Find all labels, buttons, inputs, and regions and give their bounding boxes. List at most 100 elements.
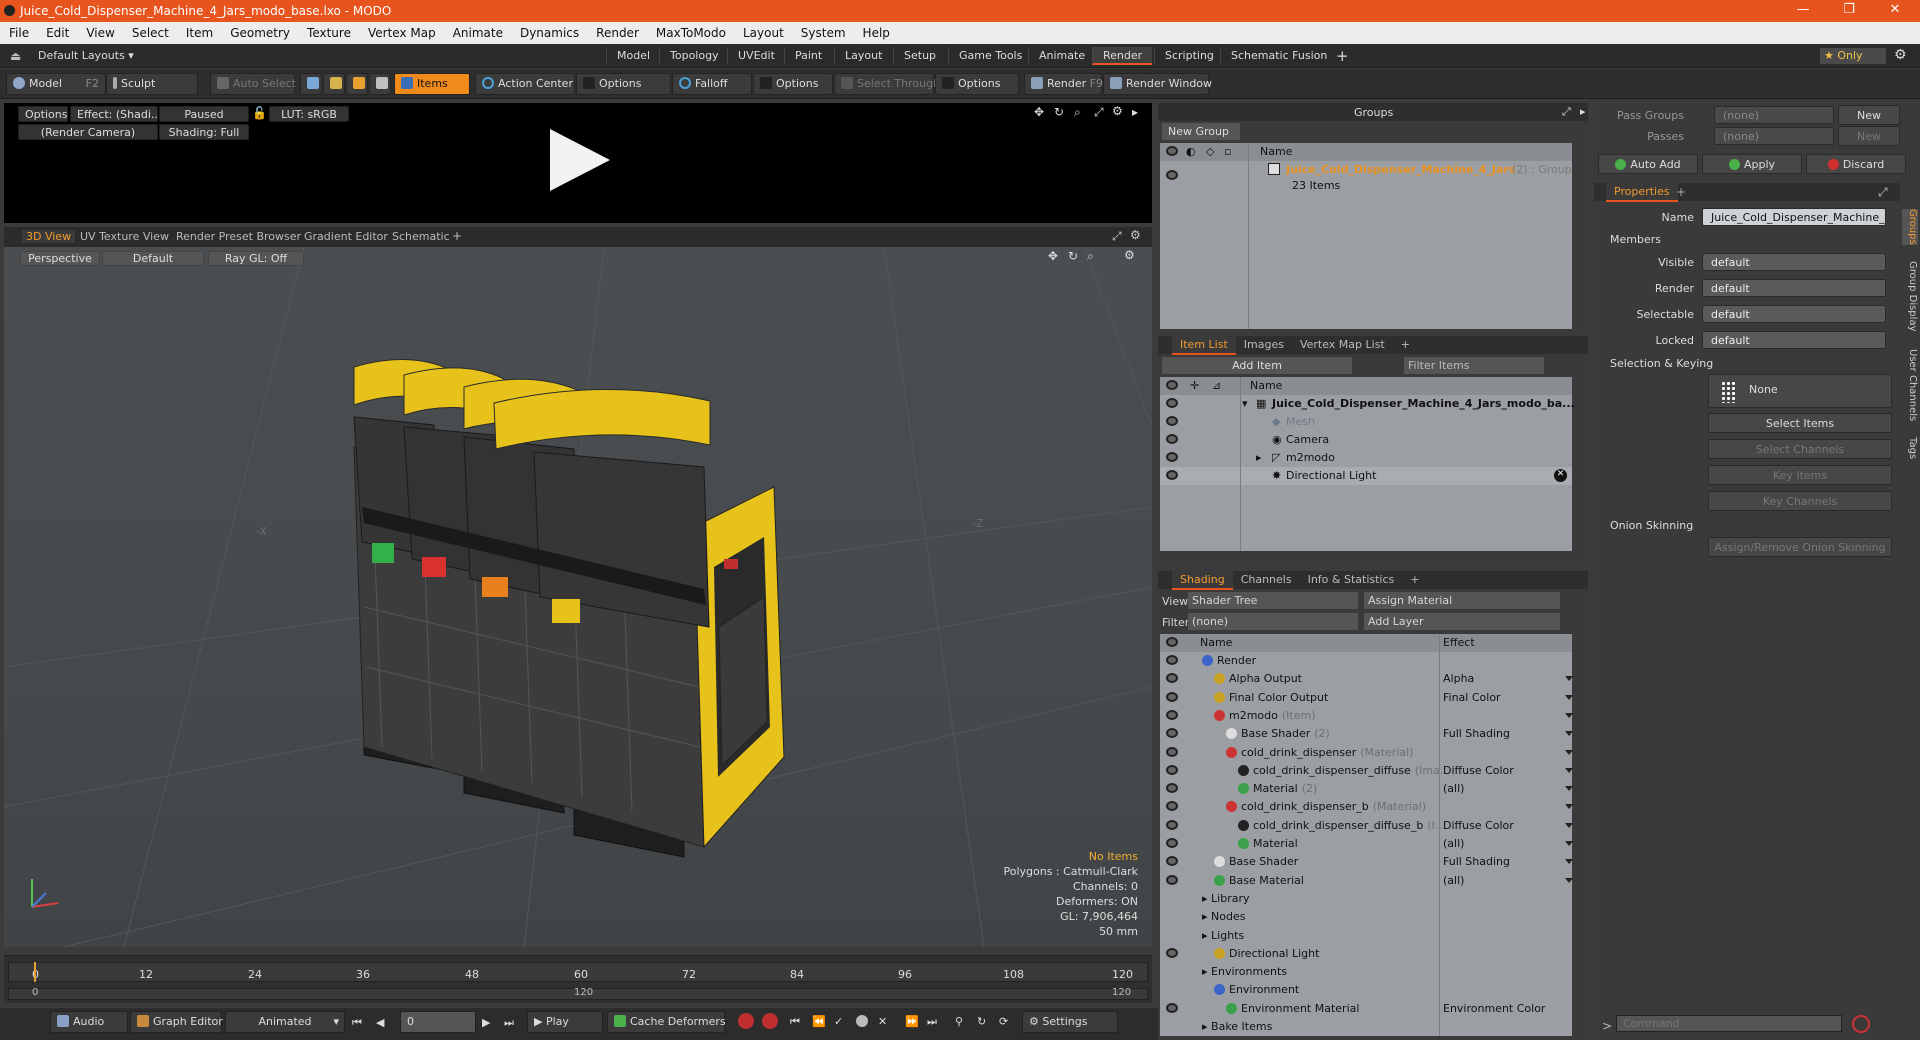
eye-icon[interactable] <box>1166 655 1178 665</box>
eye-icon[interactable] <box>1166 819 1178 830</box>
menu-system[interactable]: System <box>792 22 854 40</box>
key-items-button[interactable]: Key Items <box>1708 465 1892 485</box>
shader-row[interactable]: ▸ Nodes <box>1160 908 1572 926</box>
add-layer-dropdown[interactable]: Add Layer <box>1364 613 1560 630</box>
add-properties-tab[interactable]: + <box>1676 185 1686 199</box>
expand-arrow-icon[interactable]: ▸ <box>1256 451 1262 464</box>
gear-icon[interactable]: ⚙ <box>1894 47 1907 63</box>
shader-row[interactable]: cold_drink_dispenser_diffuse (Ima... Diffu… <box>1160 762 1573 780</box>
playhead[interactable] <box>34 962 36 982</box>
eye-icon[interactable] <box>1166 398 1178 408</box>
tab-uv-texture-view[interactable]: UV Texture View <box>80 230 169 243</box>
command-history-icon[interactable] <box>1852 1015 1870 1033</box>
eye-icon[interactable] <box>1166 783 1178 794</box>
add-item-dropdown[interactable]: Add Item <box>1162 357 1352 374</box>
shader-row-effect[interactable]: (all) <box>1443 837 1464 850</box>
key-forward-icon[interactable]: ⏩ <box>905 1015 919 1028</box>
shader-row-effect[interactable]: Full Shading <box>1443 855 1510 868</box>
select-through-button[interactable]: Select Through <box>834 73 940 95</box>
eye-icon[interactable] <box>1166 434 1178 444</box>
shader-row[interactable]: cold_drink_dispenser_b (Material) <box>1160 798 1573 816</box>
tab-render[interactable]: Render <box>1092 47 1153 65</box>
eye-icon[interactable] <box>1166 709 1178 720</box>
properties-maximize-icon[interactable]: ⤢ <box>1878 185 1888 200</box>
shader-row[interactable]: Environment <box>1160 981 1572 999</box>
eye-icon[interactable] <box>1166 728 1178 739</box>
eye-icon[interactable] <box>1166 838 1178 848</box>
pass-groups-dropdown[interactable]: (none) <box>1714 106 1834 124</box>
action-center-options-button[interactable]: Options <box>576 73 671 95</box>
shader-row[interactable]: Base Material (all) <box>1160 872 1573 890</box>
shader-row[interactable]: ▸ Environments <box>1160 963 1572 981</box>
items-mode-button[interactable]: Items <box>394 73 470 95</box>
play-button[interactable]: ▶ Play <box>527 1011 603 1033</box>
auto-add-button[interactable]: Auto Add <box>1598 154 1698 174</box>
folder-arrow-icon[interactable]: ▸ <box>1202 929 1211 942</box>
key-loop-icon[interactable]: ⟳ <box>999 1015 1008 1028</box>
tab-uvedit[interactable]: UVEdit <box>727 47 785 65</box>
menu-file[interactable]: File <box>0 22 37 40</box>
shader-row[interactable]: ▸ Lights <box>1160 927 1572 945</box>
close-button[interactable]: ✕ <box>1880 2 1910 17</box>
tab-game-tools[interactable]: Game Tools <box>948 47 1032 65</box>
apply-button[interactable]: Apply <box>1702 154 1802 174</box>
side-tab-user-channels[interactable]: User Channels <box>1902 349 1918 421</box>
eye-icon[interactable] <box>1166 1002 1178 1013</box>
tab-render-preset-browser[interactable]: Render Preset Browser <box>176 230 301 243</box>
graph-editor-button[interactable]: Graph Editor <box>130 1011 223 1033</box>
new-pass-button[interactable]: New <box>1838 126 1900 146</box>
effect-dropdown-arrow-icon[interactable] <box>1565 822 1573 828</box>
menu-texture[interactable]: Texture <box>298 22 359 40</box>
shader-row[interactable]: Final Color Output Final Color <box>1160 689 1573 707</box>
shader-row[interactable]: ▸ Library <box>1160 890 1572 908</box>
render-button[interactable]: Render F9 <box>1024 73 1103 95</box>
menu-layout[interactable]: Layout <box>734 22 792 40</box>
locked-dropdown[interactable]: default <box>1702 331 1886 349</box>
groups-maximize-icon[interactable]: ⤢ <box>1562 105 1571 119</box>
tab-3d-view[interactable]: 3D View <box>22 230 76 243</box>
tab-topology[interactable]: Topology <box>659 47 729 65</box>
shader-row-effect[interactable]: Final Color <box>1443 691 1501 704</box>
timeline[interactable]: 0 12 24 36 48 60 72 84 96 108 120 0 120 … <box>4 955 1152 1003</box>
go-to-start-icon[interactable]: ⏮ <box>352 1016 362 1030</box>
menu-select[interactable]: Select <box>123 22 177 40</box>
none-selection-button[interactable]: None <box>1708 374 1892 408</box>
falloff-button[interactable]: Falloff <box>672 73 752 95</box>
name-field[interactable]: Juice_Cold_Dispenser_Machine_4_J <box>1702 208 1886 226</box>
only-toggle[interactable]: ★ Only <box>1820 48 1886 64</box>
render-camera-dropdown[interactable]: (Render Camera) <box>18 124 158 140</box>
shader-row[interactable]: ▸ Bake Items <box>1160 1018 1572 1036</box>
timeline-settings-button[interactable]: ⚙ Settings <box>1022 1011 1118 1033</box>
audio-button[interactable]: Audio <box>50 1011 128 1033</box>
menu-help[interactable]: Help <box>854 22 898 40</box>
tab-item-list[interactable]: Item List <box>1172 336 1236 355</box>
members-section[interactable]: Members <box>1610 233 1661 246</box>
tab-properties[interactable]: Properties <box>1606 183 1678 202</box>
maximize-button[interactable]: ❐ <box>1834 2 1864 17</box>
menu-edit[interactable]: Edit <box>37 22 77 40</box>
item-row-scene[interactable]: ▾ ▦ Juice_Cold_Dispenser_Machine_4_Jars_… <box>1160 395 1575 413</box>
folder-arrow-icon[interactable]: ▸ <box>1202 892 1211 905</box>
key-sync-icon[interactable]: ↻ <box>977 1015 986 1028</box>
tab-shading[interactable]: Shading <box>1172 571 1233 590</box>
tab-schematic-fusion[interactable]: Schematic Fusion <box>1220 47 1337 65</box>
cache-deformers-button[interactable]: Cache Deformers <box>607 1011 726 1033</box>
shader-row[interactable]: Directional Light <box>1160 945 1572 963</box>
item-row-directional-light[interactable]: ✸ Directional Light ✕ <box>1160 467 1572 485</box>
shader-row[interactable]: Base Shader Full Shading <box>1160 853 1573 871</box>
shader-row[interactable]: cold_drink_dispenser_diffuse_b (I... Diffu… <box>1160 817 1573 835</box>
effect-dropdown-arrow-icon[interactable] <box>1565 786 1573 792</box>
eye-icon[interactable] <box>1166 673 1178 684</box>
folder-arrow-icon[interactable]: ▸ <box>1202 910 1211 923</box>
eye-icon[interactable] <box>1166 856 1178 867</box>
side-tab-group-display[interactable]: Group Display <box>1902 261 1918 331</box>
animated-dropdown[interactable]: Animated ▾ <box>225 1011 345 1033</box>
action-center-button[interactable]: Action Center <box>475 73 575 95</box>
tab-channels[interactable]: Channels <box>1233 571 1300 588</box>
add-layout-tab-button[interactable]: + <box>1336 47 1349 65</box>
command-input[interactable] <box>1616 1015 1842 1032</box>
folder-arrow-icon[interactable]: ▸ <box>1202 965 1211 978</box>
viewport-settings-icon[interactable]: ⚙ <box>1130 228 1141 242</box>
selectable-dropdown[interactable]: default <box>1702 305 1886 323</box>
shader-row-effect[interactable]: Alpha <box>1443 672 1474 685</box>
